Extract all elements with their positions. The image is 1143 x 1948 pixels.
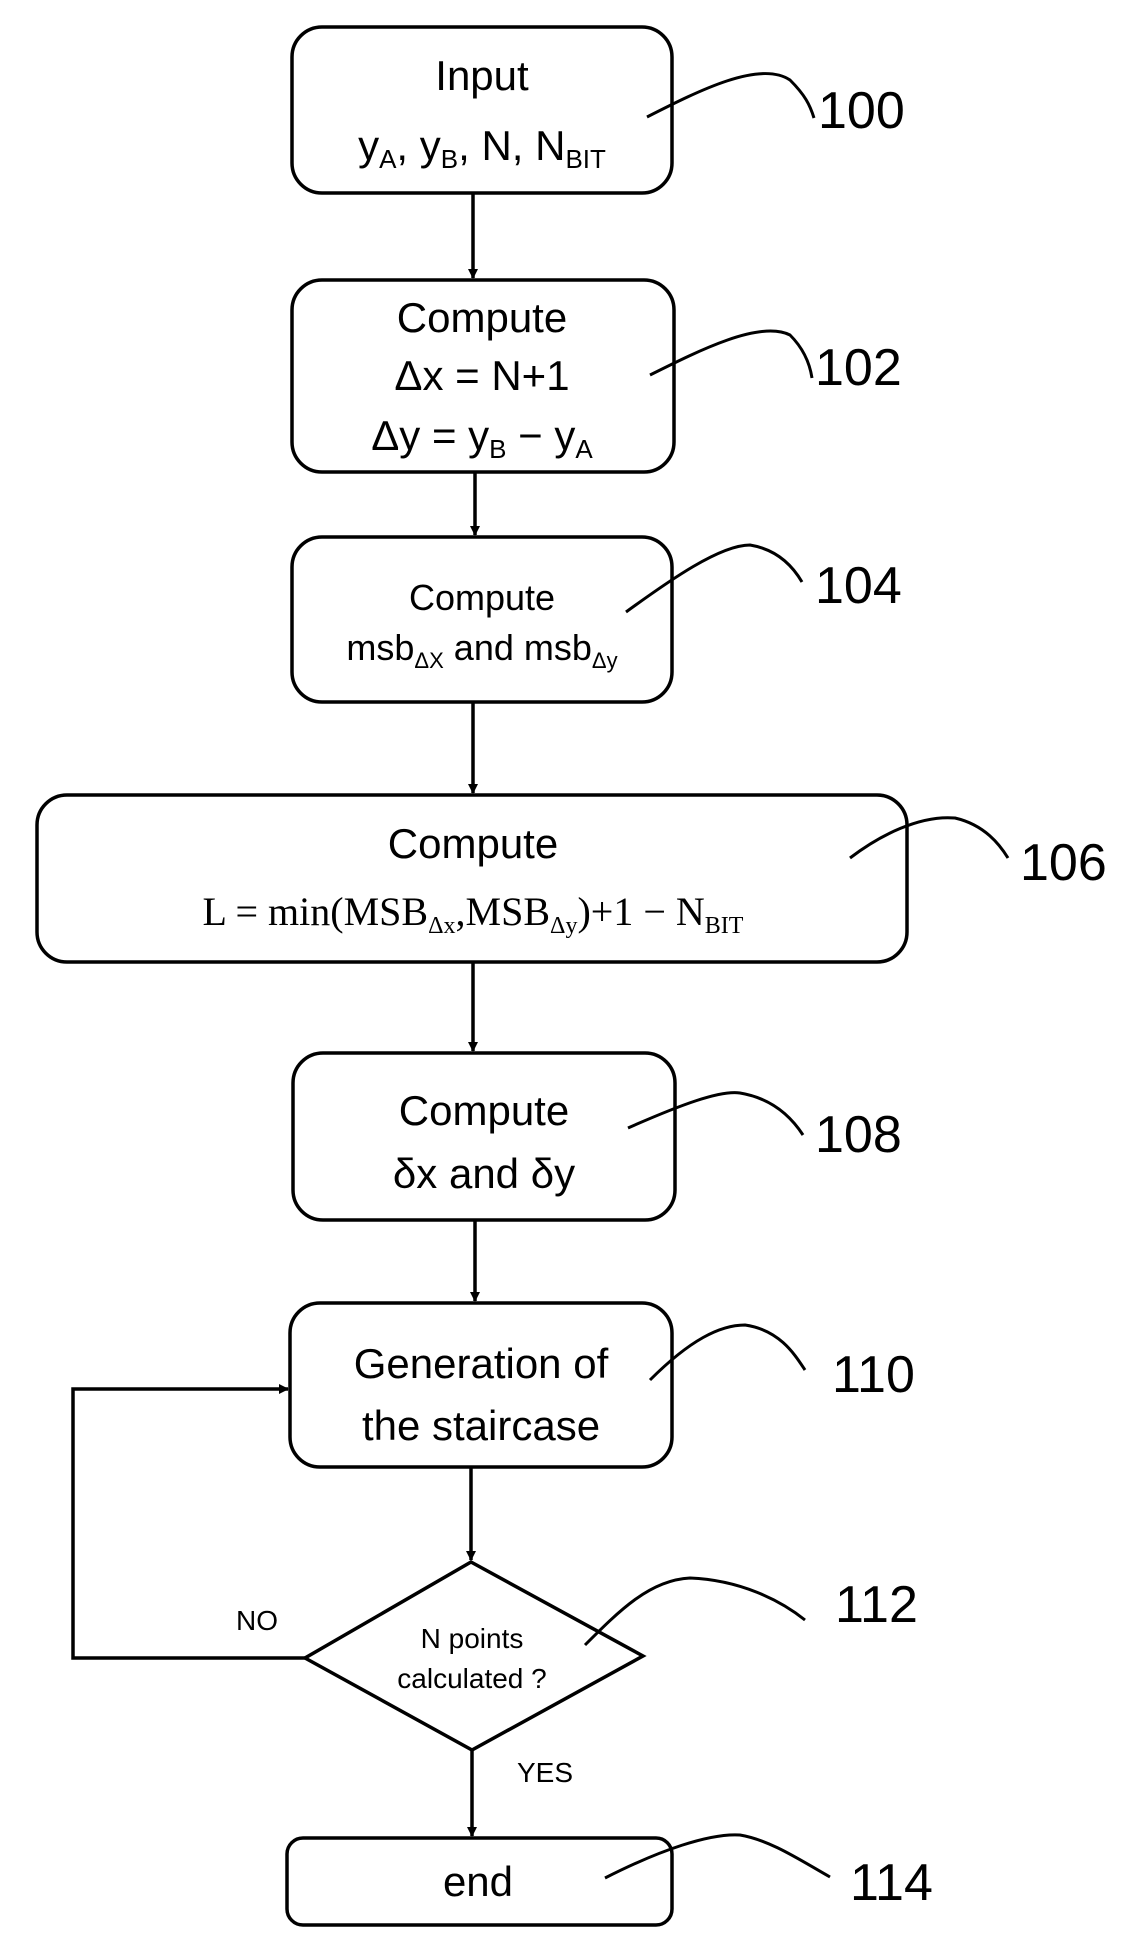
node-decision-n-points: N points calculated ? — [301, 1559, 647, 1752]
node-input: Input yA, yB, N, NBIT — [290, 25, 674, 195]
node-compute-deltas-small-expr: δx and δy — [393, 1150, 575, 1197]
node-input-title: Input — [435, 52, 529, 99]
node-compute-deltas: Compute Δx = N+1 Δy = yB − yA — [290, 278, 676, 474]
ref-label-102: 102 — [815, 339, 902, 397]
node-generate-staircase: Generation of the staircase — [288, 1301, 674, 1469]
ref-label-108: 108 — [815, 1106, 902, 1164]
node-compute-msb-title: Compute — [409, 577, 555, 618]
node-generate-staircase-line1: Generation of — [354, 1340, 609, 1387]
ref-label-110: 110 — [832, 1346, 915, 1404]
node-compute-deltas-title: Compute — [397, 294, 567, 341]
node-compute-msb: Compute msbΔX and msbΔy — [290, 535, 674, 704]
node-compute-deltas-small: Compute δx and δy — [291, 1051, 677, 1222]
node-compute-l: Compute L = min(MSBΔx,MSBΔy)+1 − NBIT — [35, 793, 909, 964]
node-decision-line1: N points — [421, 1623, 524, 1654]
ref-label-100: 100 — [818, 82, 905, 140]
node-compute-l-formula: L = min(MSBΔx,MSBΔy)+1 − NBIT — [203, 889, 744, 939]
flowchart-canvas: Input yA, yB, N, NBIT Compute Δx = N+1 Δ… — [35, 25, 1107, 1927]
node-end-label: end — [443, 1858, 513, 1905]
node-compute-l-title: Compute — [388, 820, 558, 867]
ref-label-112: 112 — [835, 1576, 918, 1634]
leader-112 — [583, 1576, 806, 1647]
node-end: end — [285, 1836, 674, 1927]
ref-label-106: 106 — [1020, 834, 1107, 892]
ref-label-114: 114 — [850, 1854, 933, 1912]
node-decision-line2: calculated ? — [397, 1663, 546, 1694]
node-compute-deltas-dx: Δx = N+1 — [394, 352, 569, 399]
edge-label-yes: YES — [517, 1757, 573, 1788]
node-compute-deltas-dy: Δy = yB − yA — [371, 412, 593, 464]
ref-label-104: 104 — [815, 557, 902, 615]
node-generate-staircase-line2: the staircase — [362, 1402, 600, 1449]
edge-label-no: NO — [236, 1605, 278, 1636]
node-compute-msb-expr: msbΔX and msbΔy — [346, 627, 617, 673]
node-compute-deltas-small-title: Compute — [399, 1087, 569, 1134]
node-decision-diamond — [301, 1559, 647, 1752]
node-compute-msb-box — [290, 535, 674, 704]
